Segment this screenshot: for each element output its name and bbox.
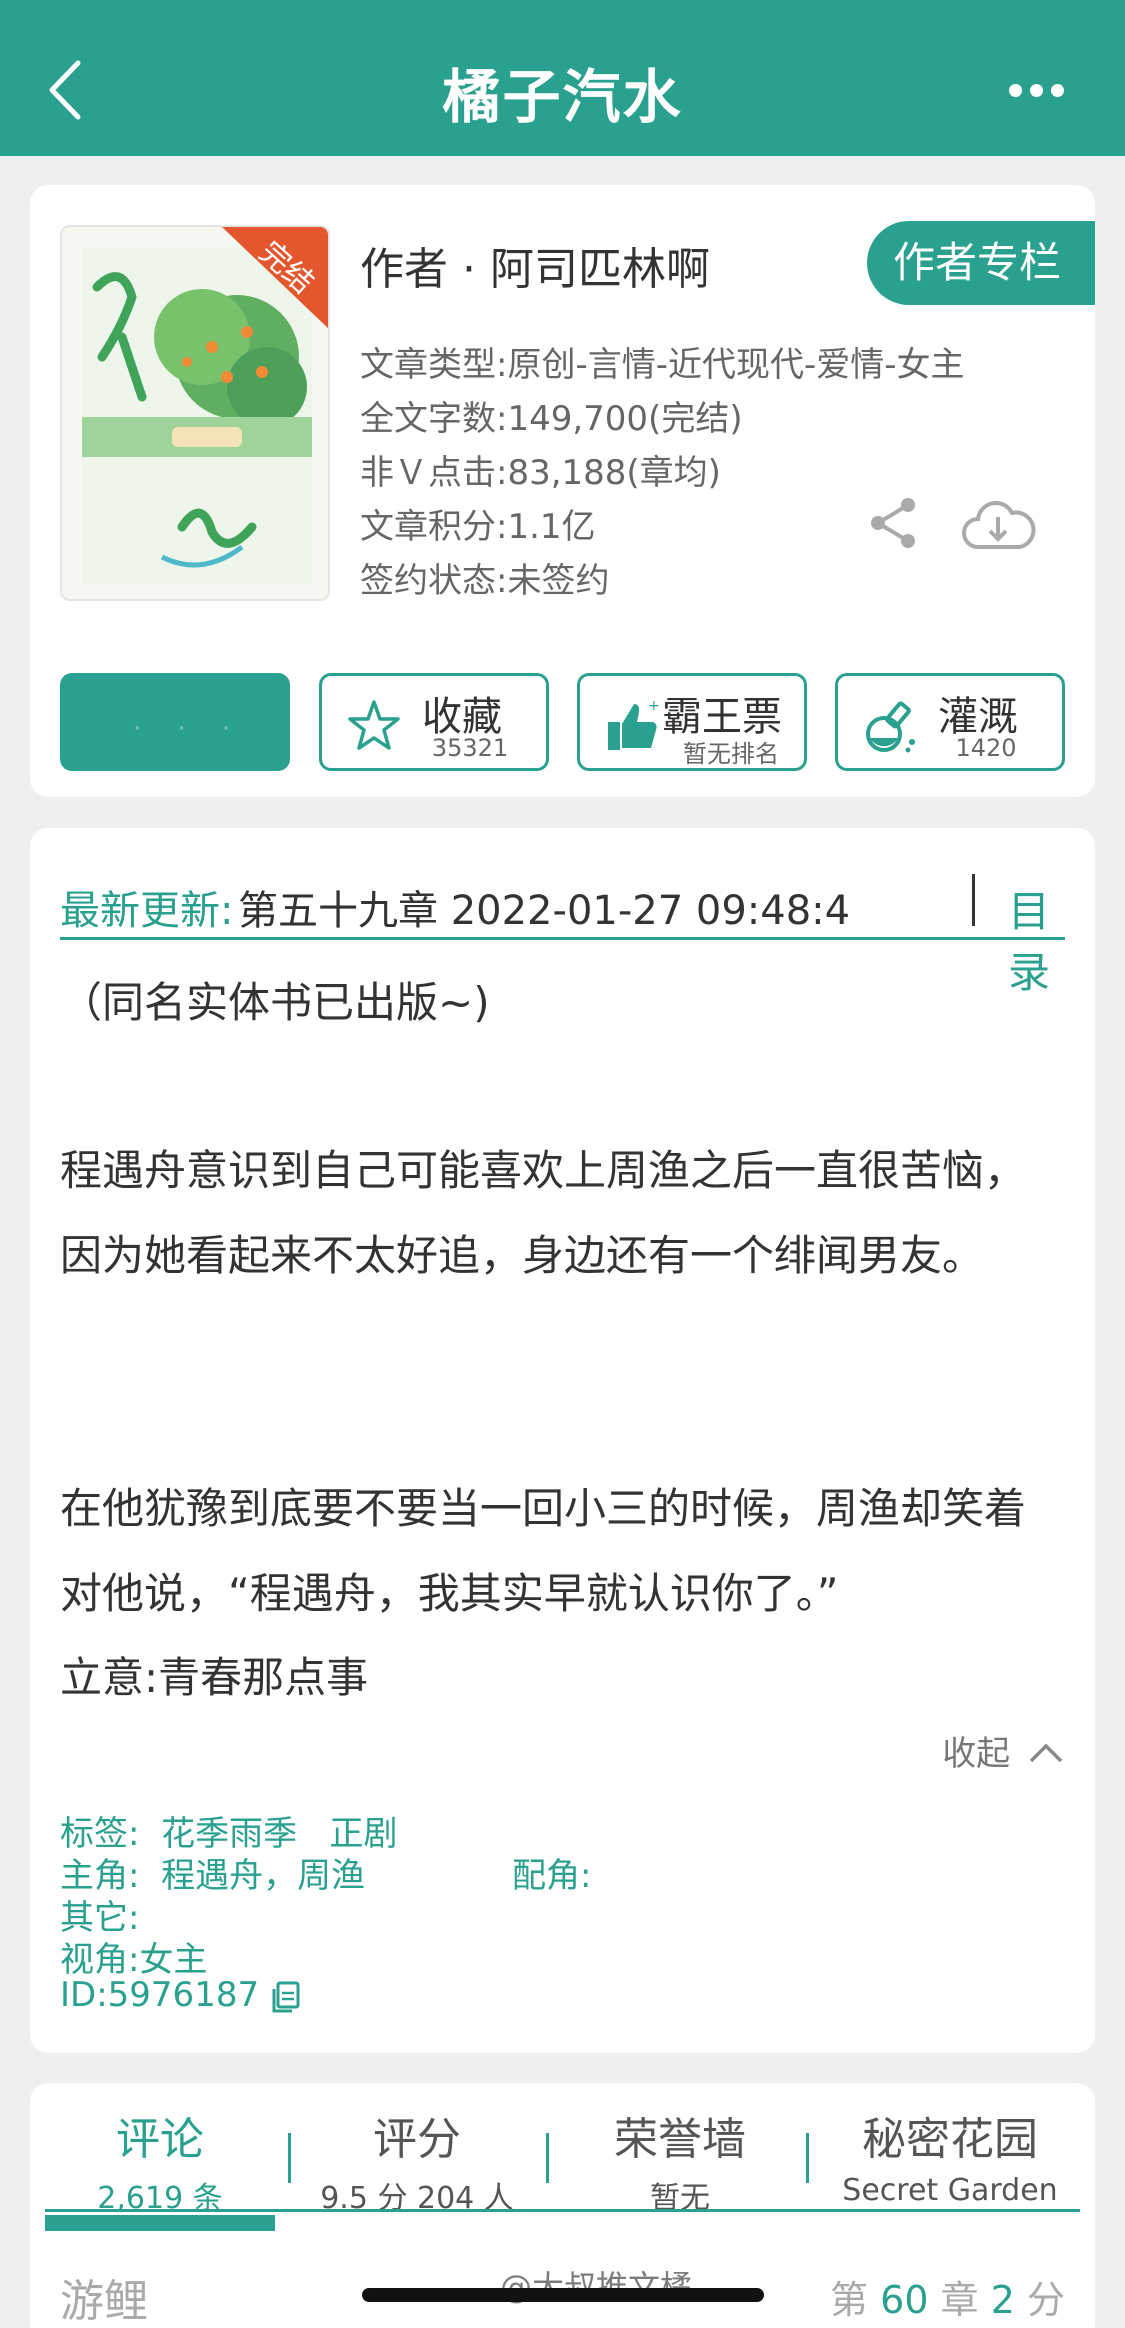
share-icon[interactable] [868, 495, 918, 551]
tab-honor-wall-title: 荣誉墙 [614, 2114, 746, 2165]
star-icon [348, 700, 400, 750]
collect-count: 35321 [431, 734, 509, 762]
meta-score: 文章积分:1.1亿 [360, 507, 596, 547]
book-cover[interactable]: 完结 [60, 225, 330, 601]
read-button-label: · · · [133, 714, 245, 744]
author-column-button[interactable]: 作者专栏 [867, 221, 1095, 305]
chevron-up-icon [1029, 1743, 1063, 1763]
tab-secret-garden-sub: Secret Garden [842, 2173, 1058, 2208]
ticket-button[interactable]: + 霸王票 暂无排名 [577, 673, 807, 771]
intro-theme: 立意:青春那点事 [60, 1653, 369, 1702]
flask-icon [866, 701, 915, 753]
home-indicator[interactable] [362, 2288, 764, 2302]
collapse-button[interactable]: 收起 [942, 1726, 1065, 1775]
water-button[interactable]: 灌溉 1420 [835, 673, 1065, 771]
collect-button[interactable]: 收藏 35321 [319, 673, 549, 771]
svg-text:+: + [648, 698, 660, 714]
read-button[interactable]: · · · [60, 673, 290, 771]
book-info-card: 完结 作者 · 阿司匹林啊 作者专栏 文章类型:原创-言情-近代现代-爱情-女主… [30, 185, 1095, 797]
latest-update-row[interactable]: 最新更新: 第五十九章 2022-01-27 09:48:4 目录 [60, 858, 1065, 997]
score-suffix: 分 [1026, 2278, 1065, 2322]
copy-icon[interactable] [270, 1981, 300, 2015]
tab-rating[interactable]: 评分 9.5 分 204 人 [302, 2103, 532, 2217]
meta-genre: 文章类型:原创-言情-近代现代-爱情-女主 [360, 345, 965, 385]
tab-divider [288, 2133, 291, 2183]
intro-paragraph-1: 程遇舟意识到自己可能喜欢上周渔之后一直很苦恼，因为她看起来不太好追，身边还有一个… [60, 1146, 1027, 1280]
intro-card: 最新更新: 第五十九章 2022-01-27 09:48:4 目录 （同名实体书… [30, 828, 1095, 2053]
book-id: ID:5976187 [60, 1975, 260, 2015]
tab-honor-wall[interactable]: 荣誉墙 暂无 [560, 2103, 800, 2217]
tab-divider [806, 2133, 809, 2183]
cover-illustration: 完结 [62, 227, 328, 599]
meta-contract: 签约状态:未签约 [360, 561, 610, 601]
chapter-number: 60 [880, 2278, 929, 2322]
comment-meta: 第 60 章 2 分 [830, 2269, 1065, 2324]
meta-word-count: 全文字数:149,700(完结) [360, 399, 743, 439]
chapter-prefix: 第 [830, 2278, 869, 2322]
more-options-icon[interactable] [1009, 84, 1065, 98]
tab-secret-garden-title: 秘密花园 [862, 2114, 1038, 2165]
top-bar: 橘子汽水 [0, 0, 1125, 156]
ticket-rank: 暂无排名 [683, 740, 779, 768]
chapter-suffix: 章 [940, 2278, 979, 2322]
water-count: 1420 [955, 734, 1017, 762]
collapse-label: 收起 [942, 1734, 1011, 1774]
tab-comments[interactable]: 评论 2,619 条 [45, 2103, 275, 2217]
pov-line: 视角:女主 [60, 1940, 208, 1980]
intro-published-note: （同名实体书已出版~) [60, 978, 490, 1027]
latest-update-text[interactable]: 第五十九章 2022-01-27 09:48:4 [238, 878, 948, 936]
thumbs-up-icon: + [608, 698, 660, 750]
cloud-download-icon[interactable] [960, 497, 1036, 553]
supporting-characters: 配角: [512, 1856, 592, 1896]
active-tab-indicator [45, 2215, 275, 2231]
tab-divider [546, 2133, 549, 2183]
comment-username[interactable]: 游鲤 [60, 2265, 148, 2328]
meta-clicks: 非Ｖ点击:83,188(章均) [360, 453, 721, 493]
tab-underline [45, 2209, 1080, 2212]
comment-score: 2 [990, 2278, 1015, 2322]
divider [972, 874, 975, 926]
tab-secret-garden[interactable]: 秘密花园 Secret Garden [815, 2103, 1085, 2208]
tab-rating-title: 评分 [373, 2114, 461, 2165]
author-name[interactable]: 作者 · 阿司匹林啊 [360, 233, 710, 297]
tab-comments-title: 评论 [116, 2114, 204, 2165]
page-title: 橘子汽水 [442, 63, 683, 131]
intro-paragraph-2: 在他犹豫到底要不要当一回小三的时候，周渔却笑着对他说，“程遇舟，我其实早就认识你… [60, 1484, 1027, 1618]
latest-update-label: 最新更新: [60, 888, 234, 934]
